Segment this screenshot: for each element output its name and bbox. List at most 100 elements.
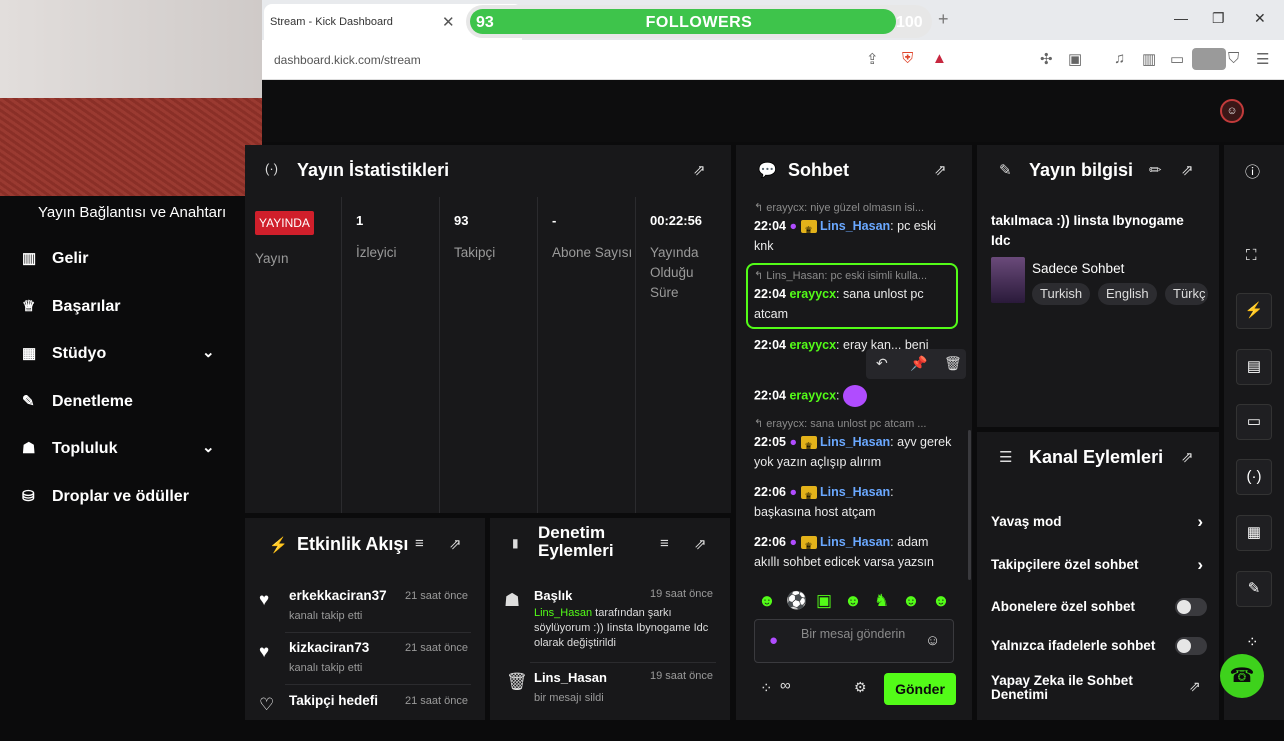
vpn-icon[interactable]: ⛉ bbox=[1228, 50, 1239, 67]
emote-icon[interactable]: ☻ bbox=[844, 591, 862, 611]
rail-tools-button[interactable]: ✎ bbox=[1236, 571, 1272, 607]
stat-live: YAYINDA Yayın bbox=[245, 197, 341, 513]
reply-icon[interactable]: ↶ bbox=[876, 355, 888, 372]
followers-only-row[interactable]: Takipçilere özel sohbet › bbox=[991, 555, 1207, 574]
filter-icon[interactable]: ≡ bbox=[660, 535, 669, 552]
extensions-icon[interactable]: ✣ bbox=[1040, 50, 1053, 68]
emote-icon[interactable]: ♞ bbox=[874, 591, 889, 611]
url-text[interactable]: dashboard.kick.com/stream bbox=[274, 53, 421, 67]
subscribers-only-toggle[interactable] bbox=[1175, 598, 1207, 616]
row-label: Yalnızca ifadelerle sohbet bbox=[991, 638, 1156, 653]
chat-time: 22:06 bbox=[754, 485, 786, 499]
chat-message[interactable]: 22:04 erayycx: sana unlost pc atcam bbox=[754, 284, 954, 324]
mod-item-user[interactable]: Lins_Hasan bbox=[534, 607, 592, 619]
media-icon[interactable]: ♫ bbox=[1114, 50, 1125, 67]
user-edit-icon: ☗ bbox=[504, 590, 521, 610]
sidebar-toggle-icon[interactable]: ▥ bbox=[1142, 50, 1156, 68]
chat-scrollbar[interactable] bbox=[968, 430, 971, 580]
sidebar-item-denetleme[interactable]: ✎ Denetleme bbox=[22, 391, 232, 415]
sidebar-item-gelir[interactable]: ▥ Gelir bbox=[22, 248, 232, 272]
chat-message[interactable]: 22:04 erayycx: bbox=[754, 385, 954, 407]
emoji-picker-icon[interactable]: ☺ bbox=[925, 632, 940, 649]
address-bar[interactable]: dashboard.kick.com/stream ⇪ ⛨ ▲ ✣ ▣ ♫ ▥ … bbox=[262, 40, 1284, 80]
info-icon[interactable]: ⓘ bbox=[1245, 161, 1260, 182]
mod-item-time: 19 saat önce bbox=[650, 588, 713, 600]
sidebar-item-topluluk[interactable]: ☗ Topluluk ⌄ bbox=[22, 438, 232, 462]
chat-message[interactable]: 22:06 ● ♛ Lins_Hasan: başkasına host atç… bbox=[754, 482, 954, 522]
pin-icon[interactable]: 📌 bbox=[910, 355, 927, 372]
rail-chat-button[interactable]: ▭ bbox=[1236, 404, 1272, 440]
slow-mode-row[interactable]: Yavaş mod › bbox=[991, 512, 1207, 531]
emote-icon[interactable]: ☻ bbox=[758, 591, 776, 611]
document-icon: ▤ bbox=[1246, 358, 1262, 375]
followers-goal-bar: 93 FOLLOWERS 100 bbox=[466, 5, 932, 38]
chat-message[interactable]: 22:05 ● ♛ Lins_Hasan: ayv gerek yok yazı… bbox=[754, 432, 954, 472]
rewards-icon[interactable]: ▲ bbox=[932, 50, 947, 67]
chat-input[interactable]: ● Bir mesaj gönderin ☺ bbox=[754, 619, 954, 663]
activity-name[interactable]: kizkaciran73 bbox=[289, 640, 369, 655]
chart-icon[interactable]: ⇗ bbox=[1189, 678, 1201, 695]
more-icon[interactable]: ⁘ bbox=[1246, 633, 1259, 651]
emotes-only-row: Yalnızca ifadelerle sohbet bbox=[991, 637, 1207, 655]
fullscreen-icon[interactable]: ⛶ bbox=[1246, 247, 1257, 264]
minimize-icon[interactable]: — bbox=[1174, 10, 1188, 26]
rail-layout-button[interactable]: ▦ bbox=[1236, 515, 1272, 551]
quick-action-lightning[interactable]: ⚡ bbox=[1236, 293, 1272, 329]
chat-username[interactable]: Lins_Hasan bbox=[820, 219, 890, 233]
ai-moderation-row[interactable]: Yapay Zeka ile Sohbet Denetimi bbox=[991, 674, 1141, 702]
sidebar-item-studyo[interactable]: ▦ Stüdyo ⌄ bbox=[22, 343, 232, 367]
close-tab-icon[interactable]: ✕ bbox=[442, 13, 455, 31]
close-window-icon[interactable]: ✕ bbox=[1254, 10, 1266, 27]
category-name[interactable]: Sadece Sohbet bbox=[1032, 261, 1124, 276]
gear-icon[interactable]: ⚙ bbox=[854, 679, 867, 696]
chat-message[interactable]: 22:06 ● ♛ Lins_Hasan: adam akıllı sohbet… bbox=[754, 532, 954, 572]
chat-username[interactable]: erayycx bbox=[789, 388, 836, 402]
popout-icon[interactable]: ⇗ bbox=[934, 161, 947, 179]
chat-username[interactable]: erayycx bbox=[789, 287, 836, 301]
drops-icon: ⛁ bbox=[22, 488, 35, 505]
emote-icon[interactable]: ☻ bbox=[932, 591, 950, 611]
popout-icon[interactable]: ⇗ bbox=[694, 535, 707, 553]
chevron-down-icon[interactable]: ⌄ bbox=[202, 343, 215, 361]
popout-icon[interactable]: ⇗ bbox=[693, 161, 706, 179]
filter-icon[interactable]: ≡ bbox=[415, 535, 424, 552]
sidebar-item-basarilar[interactable]: ♕ Başarılar bbox=[22, 296, 232, 320]
kick-extension-icon[interactable] bbox=[1192, 48, 1226, 70]
crown-badge-icon: ♛ bbox=[800, 220, 817, 235]
share-icon[interactable]: ⇪ bbox=[866, 50, 879, 68]
brave-shield-icon[interactable]: ⛨ bbox=[902, 50, 913, 67]
chat-username[interactable]: Lins_Hasan bbox=[820, 435, 890, 449]
emotes-only-toggle[interactable] bbox=[1175, 637, 1207, 655]
new-tab-icon[interactable]: + bbox=[938, 9, 949, 30]
points-icon[interactable]: ⁘ bbox=[760, 679, 773, 697]
chevron-down-icon[interactable]: ⌄ bbox=[202, 438, 215, 456]
activity-time: 21 saat önce bbox=[405, 695, 468, 707]
tab-search-icon[interactable]: ▣ bbox=[1068, 50, 1082, 68]
chat-username[interactable]: Lins_Hasan bbox=[820, 485, 890, 499]
sidebar-stream-key-link[interactable]: Yayın Bağlantısı ve Anahtarı bbox=[38, 204, 226, 221]
restore-icon[interactable]: ❐ bbox=[1212, 10, 1225, 27]
menu-icon[interactable]: ☰ bbox=[1256, 50, 1269, 68]
emote-icon[interactable]: ▣ bbox=[816, 591, 832, 611]
chat-username[interactable]: erayycx bbox=[789, 338, 836, 352]
rail-broadcast-button[interactable]: (·) bbox=[1236, 459, 1272, 495]
popout-icon[interactable]: ⇗ bbox=[1181, 161, 1194, 179]
send-button[interactable]: Gönder bbox=[884, 673, 956, 705]
popout-icon[interactable]: ⇗ bbox=[1181, 448, 1194, 466]
activity-name[interactable]: Takipçi hedefi bbox=[289, 693, 378, 708]
stat-label: Yayında Olduğu Süre bbox=[650, 245, 699, 300]
emote-icon[interactable]: ⚽ bbox=[786, 591, 807, 611]
activity-name[interactable]: erkekkaciran37 bbox=[289, 588, 387, 603]
delete-icon[interactable]: 🗑 bbox=[944, 355, 962, 372]
chat-message[interactable]: 22:04 ● ♛ Lins_Hasan: pc eski knk bbox=[754, 216, 954, 256]
edit-icon[interactable]: ✏ bbox=[1149, 161, 1162, 179]
sidebar-item-droplar[interactable]: ⛁ Droplar ve ödüller bbox=[22, 486, 232, 510]
wallet-icon[interactable]: ▭ bbox=[1170, 50, 1184, 68]
user-avatar[interactable]: ☺ bbox=[1220, 99, 1244, 123]
help-button[interactable]: ☎ bbox=[1220, 654, 1264, 698]
popout-icon[interactable]: ⇗ bbox=[449, 535, 462, 553]
category-thumbnail[interactable] bbox=[991, 257, 1025, 303]
emote-icon[interactable]: ☻ bbox=[902, 591, 920, 611]
chat-username[interactable]: Lins_Hasan bbox=[820, 535, 890, 549]
rail-notes-button[interactable]: ▤ bbox=[1236, 349, 1272, 385]
